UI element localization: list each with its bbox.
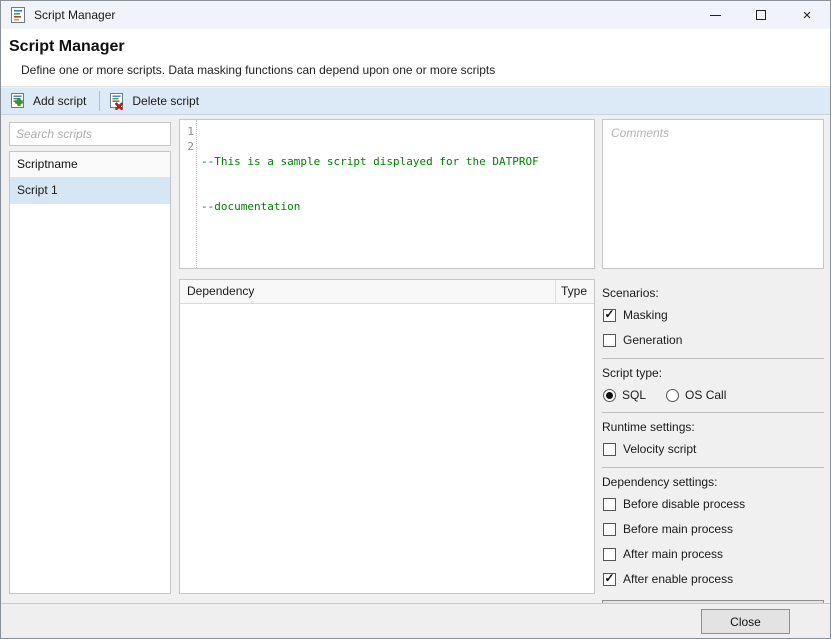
checkbox-before-main-process[interactable]: Before main process (603, 522, 824, 536)
script-app-icon (10, 7, 26, 23)
list-item-script-1[interactable]: Script 1 (10, 178, 170, 204)
checkbox-label: Generation (623, 333, 682, 347)
close-button[interactable]: Close (701, 609, 790, 634)
checkbox-checked-icon: ✓ (603, 573, 616, 586)
radio-label: SQL (622, 388, 646, 402)
add-script-icon (10, 93, 27, 110)
code-content: --This is a sample script displayed for … (197, 120, 539, 268)
checkbox-after-enable-process[interactable]: ✓ After enable process (603, 572, 824, 586)
minimize-button[interactable] (692, 1, 738, 29)
maximize-icon (756, 10, 766, 20)
toolbar-separator (99, 91, 100, 111)
column-header-type[interactable]: Type (556, 280, 594, 303)
section-divider (602, 358, 824, 359)
options-panel: Scenarios: ✓ Masking Generation Script t… (602, 279, 824, 626)
line-number: 2 (180, 139, 194, 154)
checkbox-label: Before disable process (623, 497, 745, 511)
line-number-gutter: 1 2 (180, 120, 197, 268)
close-window-button[interactable]: × (784, 1, 830, 29)
checkbox-label: Velocity script (623, 442, 696, 456)
runtime-settings-label: Runtime settings: (602, 420, 824, 434)
checkbox-unchecked-icon (603, 443, 616, 456)
scenarios-label: Scenarios: (602, 286, 824, 300)
checkbox-label: Masking (623, 308, 668, 322)
radio-label: OS Call (685, 388, 726, 402)
checkbox-unchecked-icon (603, 498, 616, 511)
script-type-group: SQL OS Call (603, 388, 824, 402)
footer-bar: Close (1, 603, 830, 638)
page-title: Script Manager (9, 38, 820, 56)
dependency-settings-label: Dependency settings: (602, 475, 824, 489)
maximize-button[interactable] (738, 1, 784, 29)
radio-sql[interactable]: SQL (603, 388, 646, 402)
code-editor[interactable]: 1 2 --This is a sample script displayed … (179, 119, 595, 269)
script-list-header: Scriptname (10, 152, 170, 178)
add-script-button[interactable]: Add script (5, 89, 95, 113)
dependency-table[interactable]: Dependency Type (179, 279, 595, 594)
radio-selected-icon (603, 389, 616, 402)
window-controls: × (692, 1, 830, 29)
page-header: Script Manager Define one or more script… (1, 29, 830, 87)
section-divider (602, 467, 824, 468)
checkbox-before-disable-process[interactable]: Before disable process (603, 497, 824, 511)
checkbox-label: After enable process (623, 572, 733, 586)
checkbox-checked-icon: ✓ (603, 309, 616, 322)
delete-script-button[interactable]: Delete script (104, 89, 208, 113)
radio-unselected-icon (666, 389, 679, 402)
checkbox-label: After main process (623, 547, 723, 561)
checkbox-unchecked-icon (603, 548, 616, 561)
checkbox-unchecked-icon (603, 334, 616, 347)
script-list: Scriptname Script 1 (9, 151, 171, 594)
checkbox-masking[interactable]: ✓ Masking (603, 308, 824, 322)
script-type-label: Script type: (602, 366, 824, 380)
code-line: --documentation (201, 199, 539, 214)
dependency-table-header: Dependency Type (180, 280, 594, 304)
search-input[interactable] (9, 122, 171, 146)
window-title: Script Manager (34, 8, 115, 22)
section-divider (602, 412, 824, 413)
script-manager-window: Script Manager × Script Manager Define o… (0, 0, 831, 639)
code-line: --This is a sample script displayed for … (201, 154, 539, 169)
comments-input[interactable] (602, 119, 824, 269)
radio-os-call[interactable]: OS Call (666, 388, 726, 402)
minimize-icon (710, 15, 721, 16)
checkbox-unchecked-icon (603, 523, 616, 536)
page-subtitle: Define one or more scripts. Data masking… (21, 63, 820, 77)
checkbox-generation[interactable]: Generation (603, 333, 824, 347)
line-number: 1 (180, 124, 194, 139)
delete-script-label: Delete script (132, 94, 199, 108)
delete-script-icon (109, 93, 126, 110)
add-script-label: Add script (33, 94, 86, 108)
close-icon: × (803, 8, 812, 23)
checkbox-velocity-script[interactable]: Velocity script (603, 442, 824, 456)
checkbox-label: Before main process (623, 522, 733, 536)
checkbox-after-main-process[interactable]: After main process (603, 547, 824, 561)
toolbar: Add script Delete script (1, 87, 830, 115)
column-header-dependency[interactable]: Dependency (180, 280, 556, 303)
titlebar: Script Manager × (1, 1, 830, 29)
